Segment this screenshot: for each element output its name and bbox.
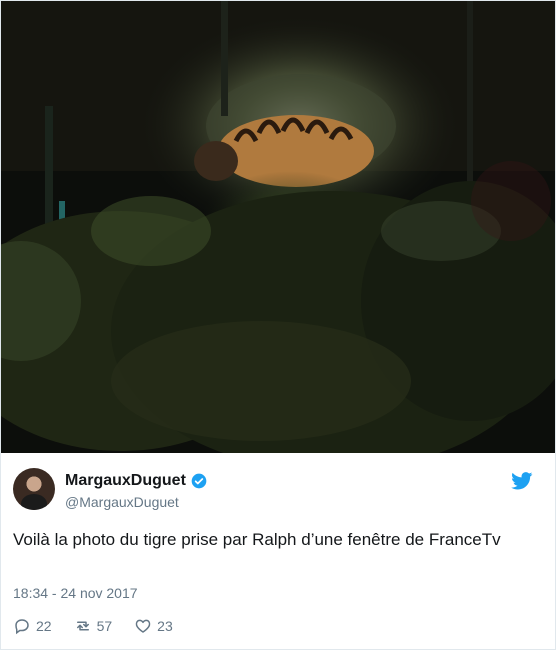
twitter-bird-icon[interactable] [511, 472, 533, 490]
display-name[interactable]: MargauxDuguet [65, 472, 186, 490]
like-count: 23 [157, 618, 173, 634]
tweet-actions: 22 57 23 [13, 615, 195, 637]
reply-count: 22 [36, 618, 52, 634]
handle[interactable]: @MargauxDuguet [65, 494, 179, 510]
heart-icon [134, 617, 152, 635]
avatar[interactable] [13, 468, 55, 510]
tweet-photo[interactable] [1, 1, 555, 453]
verified-badge-icon [191, 473, 207, 489]
tiger-night-photo [1, 1, 555, 453]
tweet-text: Voilà la photo du tigre prise par Ralph … [13, 530, 501, 549]
tweet-card: MargauxDuguet @MargauxDuguet Voilà la ph… [0, 0, 556, 650]
reply-icon [13, 617, 31, 635]
like-button[interactable]: 23 [134, 617, 173, 635]
timestamp[interactable]: 18:34 - 24 nov 2017 [13, 585, 138, 601]
tweet-author: MargauxDuguet @MargauxDuguet [13, 468, 543, 514]
retweet-count: 57 [96, 618, 113, 634]
name-row: MargauxDuguet [65, 472, 207, 490]
retweet-icon [74, 617, 92, 635]
reply-button[interactable]: 22 [13, 617, 52, 635]
retweet-button[interactable]: 57 [74, 617, 113, 635]
